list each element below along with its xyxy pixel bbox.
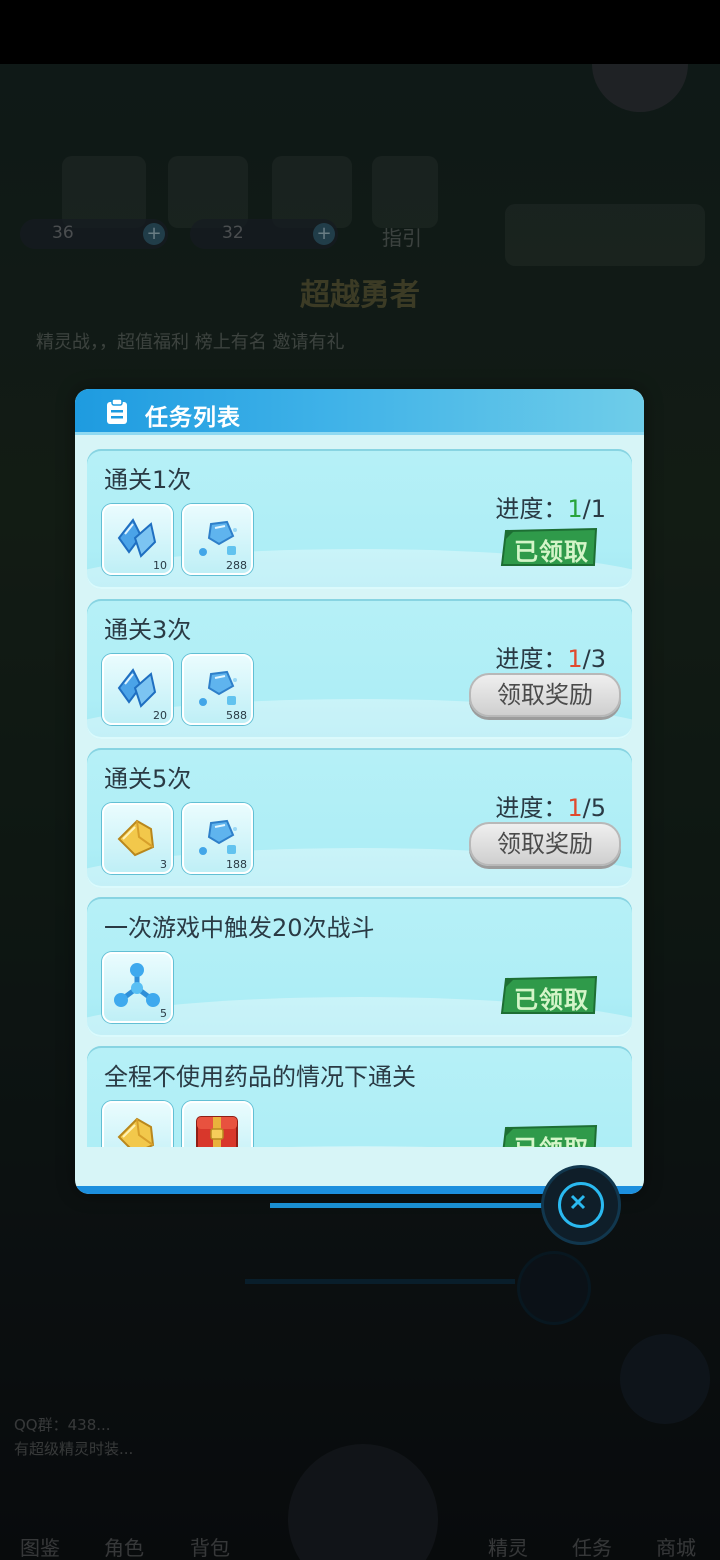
progress-current: 1 xyxy=(567,645,583,673)
blue-gems-icon xyxy=(199,819,237,855)
gold-ore-icon xyxy=(117,1117,155,1147)
progress-label: 进度： xyxy=(495,495,568,523)
task-card: 全程不使用药品的情况下通关 xyxy=(87,1046,632,1147)
dialog-deco-line xyxy=(270,1203,542,1208)
task-title: 通关1次 xyxy=(104,466,192,494)
reward-slot[interactable] xyxy=(182,1101,253,1147)
reward-count: 10 xyxy=(153,559,167,572)
claimed-stamp-text: 已领取 xyxy=(514,1129,589,1147)
task-card: 通关5次 3 188 进度：1/5 领取奖励 xyxy=(87,748,632,888)
task-card: 一次游戏中触发20次战斗 5 已领取 xyxy=(87,897,632,1037)
reward-slot[interactable] xyxy=(102,1101,173,1147)
blue-gems-icon xyxy=(199,520,237,556)
reward-count: 20 xyxy=(153,709,167,722)
progress-current: 1 xyxy=(567,495,583,523)
reward-count: 188 xyxy=(226,858,247,871)
reward-count: 588 xyxy=(226,709,247,722)
reward-count: 3 xyxy=(160,858,167,871)
task-progress: 进度：1/5 xyxy=(495,788,606,823)
reward-slot[interactable]: 20 xyxy=(102,654,173,725)
blue-crystal-shards-icon xyxy=(117,518,157,558)
close-icon xyxy=(558,1182,604,1228)
task-card: 通关3次 20 588 进度：1/3 领取奖励 xyxy=(87,599,632,739)
progress-label: 进度： xyxy=(495,645,568,673)
progress-current: 1 xyxy=(567,794,583,822)
task-title: 一次游戏中触发20次战斗 xyxy=(104,914,375,942)
dialog-title: 任务列表 xyxy=(145,405,241,431)
task-progress: 进度：1/1 xyxy=(495,489,606,524)
reward-slot[interactable]: 588 xyxy=(182,654,253,725)
task-progress: 进度：1/3 xyxy=(495,639,606,674)
close-button[interactable] xyxy=(544,1168,618,1242)
claimed-stamp: 已领取 xyxy=(500,975,598,1015)
task-list-dialog: 任务列表 通关1次 10 288 进度：1/1 已领取 通关3次 20 588 … xyxy=(75,389,644,1194)
claimed-stamp-text: 已领取 xyxy=(514,538,589,566)
progress-total: /3 xyxy=(582,645,606,673)
reward-slot[interactable]: 5 xyxy=(102,952,173,1023)
reward-slot[interactable]: 188 xyxy=(182,803,253,874)
progress-total: /1 xyxy=(582,495,606,523)
blue-crystal-shards-icon xyxy=(117,668,157,708)
reward-slot[interactable]: 288 xyxy=(182,504,253,575)
reward-count: 288 xyxy=(226,559,247,572)
claim-reward-button[interactable]: 领取奖励 xyxy=(469,822,621,866)
red-treasure-chest-icon xyxy=(196,1116,238,1147)
status-bar xyxy=(0,0,720,64)
blue-molecule-icon xyxy=(114,963,160,1007)
task-title: 通关3次 xyxy=(104,616,192,644)
dialog-header: 任务列表 xyxy=(75,389,644,435)
clipboard-icon xyxy=(107,399,127,424)
progress-total: /5 xyxy=(582,794,606,822)
gold-ore-icon xyxy=(117,819,155,857)
claimed-stamp: 已领取 xyxy=(500,1124,598,1147)
reward-slot[interactable]: 3 xyxy=(102,803,173,874)
task-card: 通关1次 10 288 进度：1/1 已领取 xyxy=(87,449,632,589)
claim-reward-button[interactable]: 领取奖励 xyxy=(469,673,621,717)
task-list[interactable]: 通关1次 10 288 进度：1/1 已领取 通关3次 20 588 进度：1/… xyxy=(87,449,632,1147)
claimed-stamp-text: 已领取 xyxy=(514,986,589,1014)
reward-count: 5 xyxy=(160,1007,167,1020)
reward-slot[interactable]: 10 xyxy=(102,504,173,575)
progress-label: 进度： xyxy=(495,794,568,822)
blue-gems-icon xyxy=(199,670,237,706)
task-title: 全程不使用药品的情况下通关 xyxy=(104,1063,416,1091)
task-title: 通关5次 xyxy=(104,765,192,793)
claimed-stamp: 已领取 xyxy=(500,527,598,567)
